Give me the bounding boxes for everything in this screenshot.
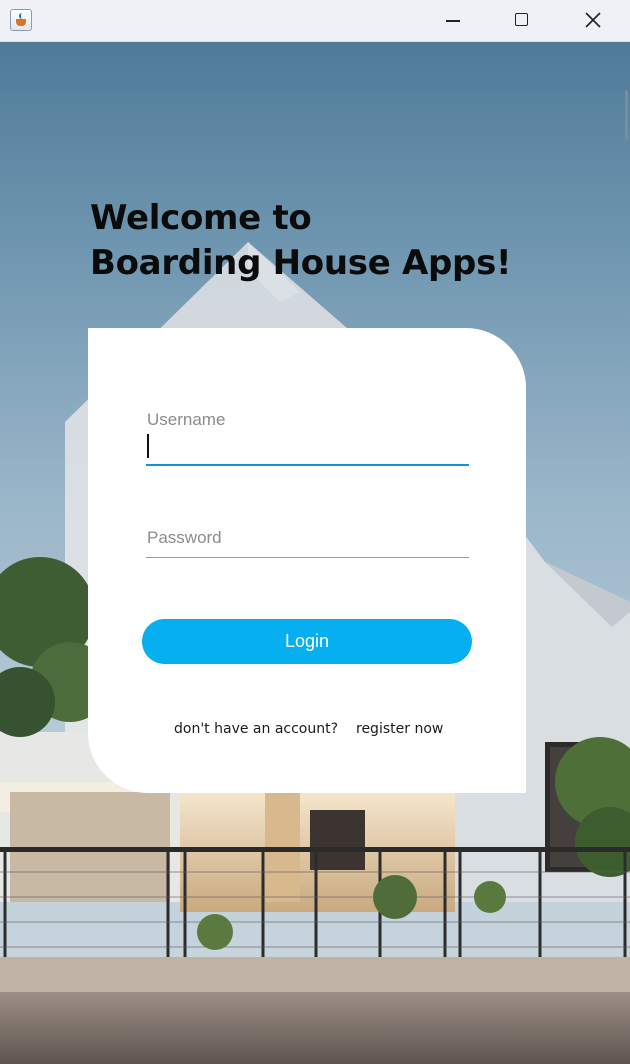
close-icon	[585, 12, 601, 28]
password-placeholder: Password	[147, 528, 222, 547]
maximize-button[interactable]	[488, 0, 558, 42]
maximize-icon	[515, 13, 528, 26]
welcome-heading-line-2: Boarding House Apps!	[90, 243, 512, 283]
window-title-bar	[0, 0, 630, 42]
text-caret	[147, 434, 149, 458]
no-account-text: don't have an account?	[174, 721, 339, 737]
password-field[interactable]: Password	[146, 526, 469, 558]
username-field[interactable]: Username	[146, 408, 469, 466]
username-placeholder: Username	[147, 410, 226, 429]
username-underline	[146, 463, 469, 466]
login-button[interactable]: Login	[142, 619, 472, 664]
welcome-heading-line-1: Welcome to	[90, 198, 312, 238]
minimize-icon	[446, 20, 460, 22]
password-underline	[146, 556, 469, 558]
register-now-link[interactable]: register now	[356, 721, 443, 737]
scrollbar-thumb[interactable]	[625, 90, 628, 140]
welcome-heading: Welcome to Boarding House Apps!	[90, 196, 512, 286]
login-card: Username Password Login don't have an ac…	[88, 328, 526, 793]
java-cup-icon	[10, 9, 32, 31]
minimize-button[interactable]	[418, 0, 488, 42]
close-button[interactable]	[558, 0, 628, 42]
